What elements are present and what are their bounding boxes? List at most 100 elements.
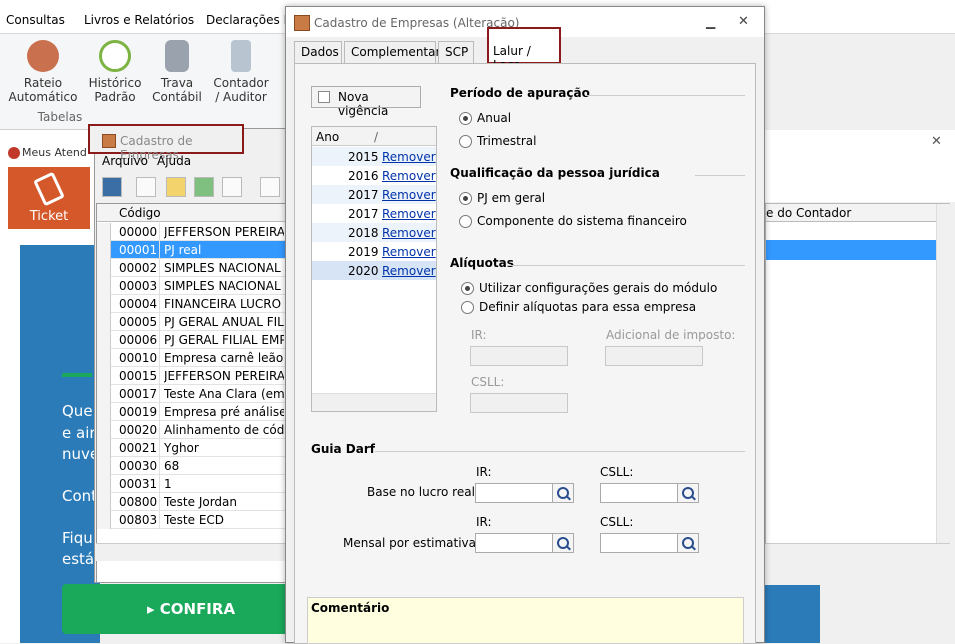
exit-icon[interactable] — [102, 177, 122, 197]
year-row[interactable]: 2015 Remover — [312, 147, 436, 166]
table-row[interactable]: 00800 Teste Jordan — [97, 493, 291, 511]
comentario-box[interactable]: Comentário — [307, 597, 744, 644]
table-row[interactable]: 00019 Empresa pré análise e ho — [97, 403, 291, 421]
close-icon[interactable]: ✕ — [738, 14, 749, 29]
companies-grid: Código 00000 JEFFERSON PEREIRA C 00001 PJ r… — [96, 203, 291, 583]
tab-complementar[interactable]: Complementar — [344, 41, 440, 63]
mensal-estimativa-label: Mensal por estimativa: — [343, 536, 481, 550]
row-name: Teste Jordan — [164, 495, 238, 509]
year-row[interactable]: 2018 Remover — [312, 223, 436, 242]
row-name: Empresa carnê leão — [164, 351, 284, 365]
guia-csll-label-2: CSLL: — [600, 515, 634, 529]
year-row[interactable]: 2016 Remover — [312, 166, 436, 185]
trimestral-radio[interactable] — [459, 135, 472, 148]
table-row[interactable]: 00017 Teste Ana Clara (empresa — [97, 385, 291, 403]
row-code: 00803 — [119, 513, 158, 527]
anual-radio[interactable] — [459, 112, 472, 125]
promo-line: Cont — [62, 487, 98, 505]
column-codigo[interactable]: Código — [119, 206, 161, 220]
search-icon[interactable] — [552, 483, 574, 503]
table-row[interactable]: 00003 SIMPLES NACIONAL RE — [97, 277, 291, 295]
remover-link[interactable]: Remover — [382, 245, 436, 259]
aliquotas-title: Alíquotas — [450, 256, 514, 270]
minimize-icon[interactable]: ▁ — [706, 15, 715, 29]
year-row[interactable]: 2017 Remover — [312, 204, 436, 223]
year-row[interactable]: 2019 Remover — [312, 242, 436, 261]
row-indicator — [97, 493, 111, 511]
ir-aliquota-input[interactable] — [470, 346, 568, 366]
tab-dados[interactable]: Dados — [294, 41, 342, 63]
meus-atendimentos-tab[interactable]: Meus Atend — [8, 146, 87, 159]
vertical-scrollbar[interactable] — [936, 204, 950, 547]
row-name: JEFFERSON PEREIRA C — [164, 225, 284, 239]
horizontal-scrollbar[interactable] — [96, 543, 290, 561]
search-icon[interactable] — [552, 533, 574, 553]
remover-link[interactable]: Remover — [382, 207, 436, 221]
base-ir-input[interactable] — [475, 483, 553, 503]
adicional-input[interactable] — [605, 346, 703, 366]
right-horizontal-scrollbar[interactable] — [765, 543, 950, 561]
remover-link[interactable]: Remover — [382, 226, 436, 240]
menu-livros-relatorios[interactable]: Livros e Relatórios — [84, 13, 194, 27]
trava-contabil-button[interactable]: Trava Contábil — [142, 40, 212, 104]
row-indicator — [97, 367, 111, 385]
table-row[interactable]: 00005 PJ GERAL ANUAL FILIAL — [97, 313, 291, 331]
ticket-button[interactable]: Ticket — [8, 167, 90, 229]
table-row[interactable]: 00002 SIMPLES NACIONAL RE — [97, 259, 291, 277]
search-icon[interactable] — [677, 533, 699, 553]
menu-declaracoes[interactable]: Declarações Di — [206, 13, 296, 27]
search-icon[interactable] — [677, 483, 699, 503]
search-icon[interactable] — [222, 177, 242, 197]
base-lucro-label: Base no lucro real: — [367, 485, 479, 499]
table-row[interactable]: 00001 PJ real — [97, 241, 291, 259]
menu-consultas[interactable]: Consultas — [6, 13, 65, 27]
mensal-csll-input[interactable] — [600, 533, 678, 553]
open-folder-icon[interactable] — [166, 177, 186, 197]
historico-padrao-button[interactable]: Histórico Padrão — [80, 40, 150, 104]
tab-lalur-lacs[interactable]: Lalur / Lacs — [487, 27, 561, 72]
nova-vigencia-button[interactable]: Nova vigência — [311, 86, 421, 118]
remover-link[interactable]: Remover — [382, 264, 436, 278]
table-row[interactable]: 00803 Teste ECD — [97, 511, 291, 529]
years-hscrollbar[interactable] — [312, 393, 436, 411]
table-row[interactable]: 00006 PJ GERAL FILIAL EMP 1 — [97, 331, 291, 349]
tab-scp[interactable]: SCP — [438, 41, 474, 63]
table-row[interactable]: 00004 FINANCEIRA LUCRO RE — [97, 295, 291, 313]
base-csll-input[interactable] — [600, 483, 678, 503]
menu-ajuda[interactable]: Ajuda — [157, 154, 191, 168]
csll-aliquota-input[interactable] — [470, 393, 568, 413]
componente-radio[interactable] — [459, 215, 472, 228]
table-row[interactable]: 00000 JEFFERSON PEREIRA C — [97, 223, 291, 241]
menu-arquivo[interactable]: Arquivo — [102, 154, 148, 168]
adicional-label: Adicional de imposto: — [606, 328, 736, 342]
row-name: 68 — [164, 459, 180, 473]
confira-button[interactable]: ▸ CONFIRA — [62, 584, 292, 634]
refresh-icon[interactable] — [194, 177, 214, 197]
remover-link[interactable]: Remover — [382, 188, 436, 202]
remover-link[interactable]: Remover — [382, 150, 436, 164]
column-contador[interactable]: e do Contador — [766, 204, 936, 222]
rateio-automatico-button[interactable]: Rateio Automático — [8, 40, 78, 104]
cell-divider — [159, 457, 160, 475]
pj-geral-radio[interactable] — [459, 192, 472, 205]
remover-link[interactable]: Remover — [382, 169, 436, 183]
table-row[interactable]: 00021 Yghor — [97, 439, 291, 457]
table-row[interactable]: 00030 68 — [97, 457, 291, 475]
aliquota-empresa-radio[interactable] — [461, 301, 474, 314]
aliquota-geral-radio[interactable] — [461, 282, 474, 295]
year-row[interactable]: 2020 Remover — [312, 261, 436, 280]
table-row[interactable]: 00020 Alinhamento de código — [97, 421, 291, 439]
contador-auditor-button[interactable]: Contador / Auditor — [206, 40, 276, 104]
table-row[interactable]: 00010 Empresa carnê leão — [97, 349, 291, 367]
close-icon[interactable]: ✕ — [931, 134, 942, 149]
row-name: PJ GERAL ANUAL FILIAL — [164, 315, 284, 329]
promo-accent — [62, 373, 92, 377]
row-name: PJ GERAL FILIAL EMP 1 — [164, 333, 284, 347]
mensal-ir-input[interactable] — [475, 533, 553, 553]
table-row[interactable]: 00015 JEFFERSON PEREIRA C — [97, 367, 291, 385]
year-row[interactable]: 2017 Remover — [312, 185, 436, 204]
table-row[interactable]: 00031 1 — [97, 475, 291, 493]
companies-window-tab[interactable]: Cadastro de Empresas — [88, 124, 244, 162]
new-file-icon[interactable] — [136, 177, 156, 197]
print-icon[interactable] — [260, 177, 280, 197]
